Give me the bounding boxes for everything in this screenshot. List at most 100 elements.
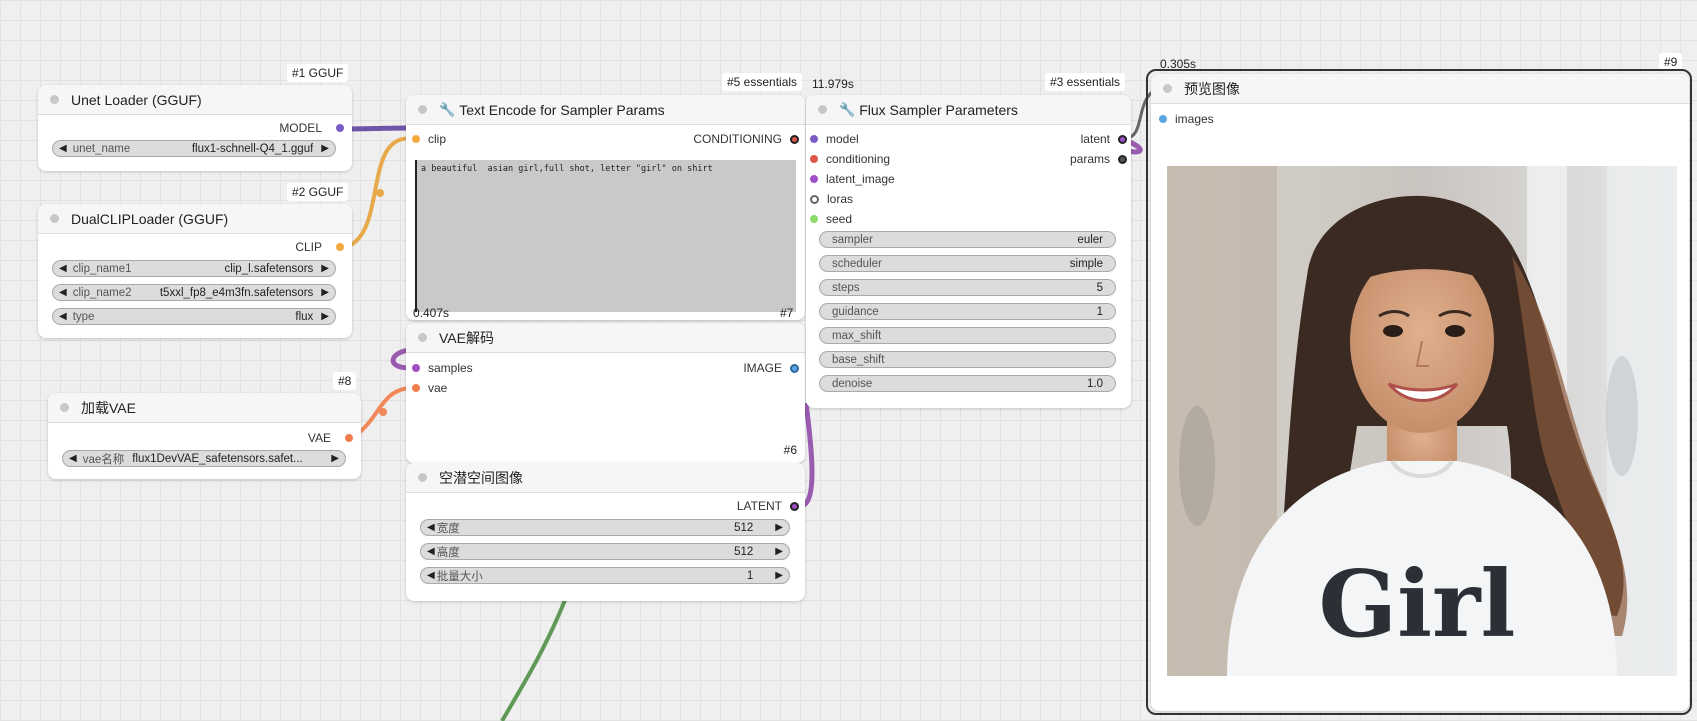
height-number[interactable]: ◀ 高度 512 ▶ <box>420 543 790 560</box>
steps-field[interactable]: steps 5 <box>819 279 1116 296</box>
input-images[interactable]: images <box>1159 110 1214 128</box>
clip-name2-combo[interactable]: ◀ clip_name2 t5xxl_fp8_e4m3fn.safetensor… <box>52 284 336 301</box>
link-clip-reroute <box>376 189 384 197</box>
arrow-right-icon[interactable]: ▶ <box>331 453 339 464</box>
arrow-left-icon[interactable]: ◀ <box>59 287 67 298</box>
text-encode-node[interactable]: 🔧 Text Encode for Sampler Params clip CO… <box>406 95 805 320</box>
node-title-bar[interactable]: VAE解码 <box>406 323 805 353</box>
node-title-bar[interactable]: Unet Loader (GGUF) <box>38 85 352 115</box>
arrow-left-icon[interactable]: ◀ <box>427 546 435 557</box>
loras-slot-dot-icon[interactable] <box>810 194 819 204</box>
collapse-dot-icon[interactable] <box>50 95 59 104</box>
empty-latent-node[interactable]: 空潜空间图像 LATENT ◀ 宽度 512 ▶ ◀ 高度 512 ▶ ◀ 批量… <box>406 463 805 601</box>
collapse-dot-icon[interactable] <box>418 473 427 482</box>
input-latent-image[interactable]: latent_image <box>810 170 895 188</box>
guidance-field[interactable]: guidance 1 <box>819 303 1116 320</box>
widget-label: 宽度 <box>436 522 460 535</box>
input-samples[interactable]: samples <box>412 359 473 377</box>
base-shift-field[interactable]: base_shift <box>819 351 1116 368</box>
arrow-right-icon[interactable]: ▶ <box>321 263 329 274</box>
output-model[interactable]: MODEL <box>279 119 344 137</box>
vae-slot-dot-icon[interactable] <box>412 384 420 392</box>
conditioning-slot-dot-icon[interactable] <box>810 155 818 163</box>
clip-name1-combo[interactable]: ◀ clip_name1 clip_l.safetensors ▶ <box>52 260 336 277</box>
model-slot-dot-icon[interactable] <box>336 124 344 132</box>
latent-slot-dot-icon[interactable] <box>790 501 799 511</box>
arrow-left-icon[interactable]: ◀ <box>59 263 67 274</box>
node-title: VAE解码 <box>439 329 494 346</box>
collapse-dot-icon[interactable] <box>50 214 59 223</box>
latent-slot-dot-icon[interactable] <box>412 364 420 372</box>
output-params[interactable]: params <box>1070 150 1127 168</box>
vae-name-combo[interactable]: ◀ vae名称 flux1DevVAE_safetensors.safet...… <box>62 450 346 467</box>
collapse-dot-icon[interactable] <box>1163 84 1172 93</box>
clip-slot-dot-icon[interactable] <box>336 243 344 251</box>
input-seed[interactable]: seed <box>810 210 852 228</box>
input-clip[interactable]: clip <box>412 130 446 148</box>
output-vae[interactable]: VAE <box>308 429 353 447</box>
unet-loader-node[interactable]: Unet Loader (GGUF) MODEL ◀ unet_name flu… <box>38 85 352 171</box>
node-title-bar[interactable]: DualCLIPLoader (GGUF) <box>38 204 352 234</box>
collapse-dot-icon[interactable] <box>418 333 427 342</box>
input-vae[interactable]: vae <box>412 379 447 397</box>
output-label: CLIP <box>295 240 322 254</box>
node-title-bar[interactable]: 🔧 Text Encode for Sampler Params <box>406 95 805 125</box>
input-label: latent_image <box>826 172 895 186</box>
output-conditioning[interactable]: CONDITIONING <box>693 130 799 148</box>
vae-slot-dot-icon[interactable] <box>345 434 353 442</box>
node-title-bar[interactable]: 加载VAE <box>48 393 361 423</box>
image-slot-dot-icon[interactable] <box>1159 115 1167 123</box>
input-model[interactable]: model <box>810 130 859 148</box>
unet-name-combo[interactable]: ◀ unet_name flux1-schnell-Q4_1.gguf ▶ <box>52 140 336 157</box>
arrow-left-icon[interactable]: ◀ <box>427 522 435 533</box>
node-title-bar[interactable]: 🔧 Flux Sampler Parameters <box>806 95 1131 125</box>
max-shift-field[interactable]: max_shift <box>819 327 1116 344</box>
arrow-right-icon[interactable]: ▶ <box>775 522 783 533</box>
preview-image-node[interactable]: 预览图像 images Girl <box>1151 74 1689 711</box>
model-slot-dot-icon[interactable] <box>810 135 818 143</box>
width-number[interactable]: ◀ 宽度 512 ▶ <box>420 519 790 536</box>
prompt-textarea[interactable]: a beautiful asian girl,full shot, letter… <box>415 160 796 312</box>
widget-value: 5 <box>1096 281 1103 294</box>
preview-image[interactable]: Girl <box>1167 166 1677 676</box>
collapse-dot-icon[interactable] <box>60 403 69 412</box>
dual-clip-loader-node[interactable]: DualCLIPLoader (GGUF) CLIP ◀ clip_name1 … <box>38 204 352 338</box>
sampler-field[interactable]: sampler euler <box>819 231 1116 248</box>
latent-slot-dot-icon[interactable] <box>810 175 818 183</box>
collapse-dot-icon[interactable] <box>418 105 427 114</box>
arrow-right-icon[interactable]: ▶ <box>321 287 329 298</box>
load-vae-node[interactable]: 加载VAE VAE ◀ vae名称 flux1DevVAE_safetensor… <box>48 393 361 479</box>
arrow-left-icon[interactable]: ◀ <box>427 570 435 581</box>
seed-slot-dot-icon[interactable] <box>810 215 818 223</box>
type-combo[interactable]: ◀ type flux ▶ <box>52 308 336 325</box>
image-slot-dot-icon[interactable] <box>790 363 799 373</box>
link-vae-reroute <box>379 408 387 416</box>
denoise-field[interactable]: denoise 1.0 <box>819 375 1116 392</box>
output-clip[interactable]: CLIP <box>295 238 344 256</box>
flux-sampler-node[interactable]: 🔧 Flux Sampler Parameters model conditio… <box>806 95 1131 408</box>
latent-slot-dot-icon[interactable] <box>1118 134 1127 144</box>
vae-decode-node[interactable]: VAE解码 samples vae IMAGE #6 <box>406 323 805 463</box>
arrow-right-icon[interactable]: ▶ <box>775 546 783 557</box>
arrow-right-icon[interactable]: ▶ <box>775 570 783 581</box>
node-title-bar[interactable]: 预览图像 <box>1151 74 1689 104</box>
output-latent[interactable]: LATENT <box>737 497 799 515</box>
input-conditioning[interactable]: conditioning <box>810 150 890 168</box>
conditioning-slot-dot-icon[interactable] <box>790 134 799 144</box>
params-slot-dot-icon[interactable] <box>1118 154 1127 164</box>
collapse-dot-icon[interactable] <box>818 105 827 114</box>
clip-slot-dot-icon[interactable] <box>412 135 420 143</box>
arrow-right-icon[interactable]: ▶ <box>321 143 329 154</box>
arrow-left-icon[interactable]: ◀ <box>69 453 77 464</box>
output-latent[interactable]: latent <box>1081 130 1127 148</box>
output-image[interactable]: IMAGE <box>743 359 799 377</box>
scheduler-field[interactable]: scheduler simple <box>819 255 1116 272</box>
arrow-right-icon[interactable]: ▶ <box>321 311 329 322</box>
node-title-bar[interactable]: 空潜空间图像 <box>406 463 805 493</box>
batch-size-number[interactable]: ◀ 批量大小 1 ▶ <box>420 567 790 584</box>
output-label: IMAGE <box>743 361 782 375</box>
input-loras[interactable]: loras <box>810 190 853 208</box>
arrow-left-icon[interactable]: ◀ <box>59 143 67 154</box>
widget-value: flux1-schnell-Q4_1.gguf <box>191 142 314 155</box>
arrow-left-icon[interactable]: ◀ <box>59 311 67 322</box>
